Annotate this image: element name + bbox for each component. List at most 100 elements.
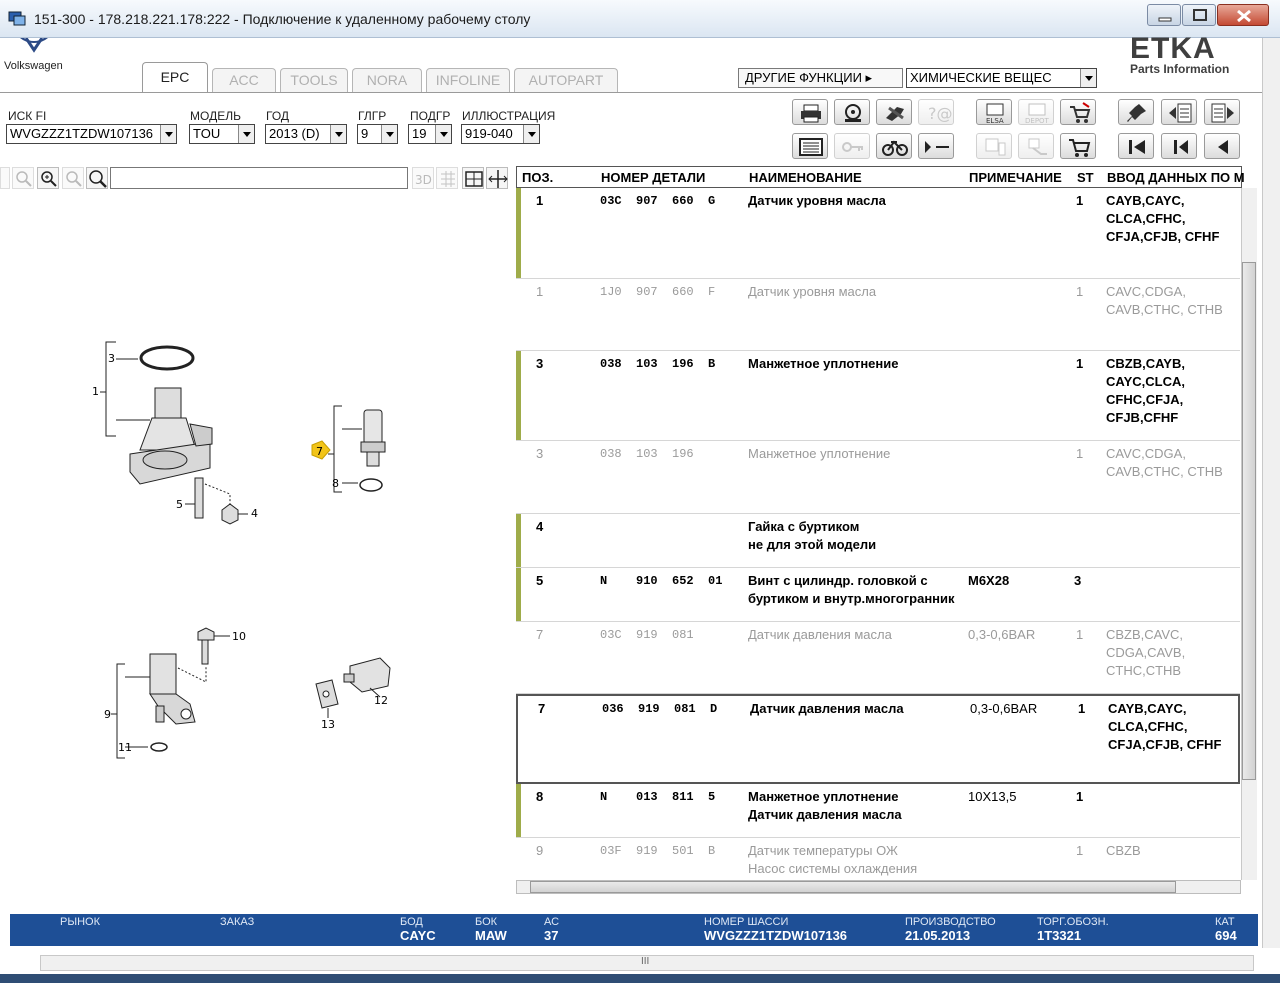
table-row[interactable]: 9 03F 919 501 B Датчик температуры ОЖ На…	[516, 838, 1240, 880]
table-row[interactable]: 1 03C 907 660 G Датчик уровня масла 1 CA…	[516, 188, 1240, 279]
tab-autopart[interactable]: AUTOPART	[514, 68, 618, 92]
service-button[interactable]	[876, 133, 912, 159]
table-row[interactable]: 8 N 013 811 5 Манжетное уплотнение Датчи…	[516, 784, 1240, 838]
parts-basket-button[interactable]	[876, 99, 912, 125]
cell-name: Манжетное уплотнение	[748, 356, 899, 371]
col-data[interactable]: ВВОД ДАННЫХ ПО М	[1107, 170, 1245, 185]
illustration-label: ИЛЛЮСТРАЦИЯ	[462, 109, 556, 123]
chevron-down-icon[interactable]	[523, 125, 539, 143]
col-st[interactable]: ST	[1077, 170, 1094, 185]
maximize-button[interactable]	[1182, 4, 1216, 26]
cat-label: КАТ	[1215, 916, 1235, 928]
tab-infoline[interactable]: INFOLINE	[426, 68, 510, 92]
chevron-down-icon[interactable]	[381, 125, 397, 143]
illus-label-12: 12	[374, 694, 388, 707]
cell-note: 0,3-0,6BAR	[968, 627, 1036, 642]
grid-icon	[441, 171, 455, 187]
search-input[interactable]	[110, 167, 408, 189]
illus-label-11: 11	[118, 741, 132, 754]
year-select[interactable]: 2013 (D)	[265, 124, 347, 144]
other-functions-button[interactable]: ДРУГИЕ ФУНКЦИИ ▸	[738, 68, 903, 88]
table-row[interactable]: 5 N 910 652 01 Винт с цилиндр. головкой …	[516, 568, 1240, 622]
cell-name: Винт с цилиндр. головкой с буртиком и вн…	[748, 573, 955, 606]
pin-icon	[1127, 104, 1146, 122]
prev-page-button[interactable]	[1161, 99, 1197, 125]
col-note[interactable]: ПРИМЕЧАНИЕ	[969, 170, 1062, 185]
col-pos[interactable]: ПОЗ.	[522, 170, 553, 185]
back-button[interactable]	[1204, 133, 1240, 159]
tab-acc[interactable]: ACC	[212, 68, 276, 92]
view-3d-label: 3D	[415, 173, 432, 187]
compare-button[interactable]	[976, 133, 1012, 159]
minimize-button[interactable]	[1147, 4, 1181, 26]
key-button[interactable]	[834, 133, 870, 159]
first-button[interactable]	[1118, 133, 1154, 159]
table-scroll-thumb[interactable]	[1242, 262, 1256, 780]
subgroup-select[interactable]: 19	[408, 124, 452, 144]
split-button[interactable]	[486, 167, 508, 189]
chevron-down-icon[interactable]	[238, 125, 254, 143]
email-button[interactable]: ?@	[918, 99, 954, 125]
cell-name: Датчик уровня масла	[748, 193, 886, 208]
remote-desktop-window: 151-300 - 178.218.221.178:222 - Подключе…	[0, 0, 1280, 983]
question-at-icon: ?@	[928, 104, 953, 123]
pin-button[interactable]	[1118, 99, 1154, 125]
table-row[interactable]: 3 038 103 196 Манжетное уплотнение 1 CAV…	[516, 441, 1240, 514]
col-name[interactable]: НАИМЕНОВАНИЕ	[749, 170, 862, 185]
cube-3d-icon: 3D	[415, 173, 432, 187]
table-row[interactable]: 1 1J0 907 660 F Датчик уровня масла 1 CA…	[516, 279, 1240, 351]
print-button[interactable]	[792, 99, 828, 125]
trade-value: 1T3321	[1037, 928, 1082, 943]
ac-value: 37	[544, 928, 559, 943]
mgroup-select[interactable]: 9	[357, 124, 398, 144]
cart-export-button[interactable]	[1060, 99, 1096, 125]
table-hscroll-thumb[interactable]	[530, 881, 1176, 893]
chevron-down-icon[interactable]	[435, 125, 451, 143]
jump-button[interactable]	[918, 133, 954, 159]
table-row-selected[interactable]: 7 036 919 081 D Датчик давления масла 0,…	[516, 694, 1240, 784]
chassis-value: WVGZZZ1TZDW107136	[704, 928, 848, 943]
chevron-down-icon[interactable]	[330, 125, 346, 143]
other-functions-select[interactable]: ХИМИЧЕСКИЕ ВЕЩЕС	[906, 68, 1097, 88]
search-button[interactable]	[86, 167, 108, 189]
zoom-out-button[interactable]	[12, 167, 34, 189]
cat-value: 694	[1215, 928, 1237, 943]
cell-note: 0,3-0,6BAR	[970, 701, 1038, 716]
grid-button[interactable]	[436, 167, 458, 189]
tab-tools[interactable]: TOOLS	[280, 68, 348, 92]
next-page-button[interactable]	[1204, 99, 1240, 125]
cart-button[interactable]	[1060, 133, 1096, 159]
stamp-button[interactable]	[1018, 133, 1054, 159]
scroll-grip: III	[641, 956, 650, 967]
elsa-button[interactable]: ELSA	[976, 99, 1012, 125]
tab-nora[interactable]: NORA	[352, 68, 422, 92]
tab-epc[interactable]: EPC	[142, 62, 208, 92]
zoom-fit-button[interactable]	[62, 167, 84, 189]
table-row[interactable]: 3 038 103 196 B Манжетное уплотнение 1 C…	[516, 351, 1240, 441]
window-vertical-scrollbar[interactable]	[1262, 38, 1280, 948]
layout-button[interactable]	[462, 167, 484, 189]
zoom-edge-button[interactable]	[0, 167, 10, 189]
bottom-horizontal-scrollbar[interactable]: III	[40, 955, 1254, 971]
vin-select[interactable]: WVGZZZ1TZDW107136	[6, 124, 177, 144]
close-button[interactable]	[1217, 4, 1269, 26]
prev-button[interactable]	[1161, 133, 1197, 159]
list-button[interactable]	[792, 133, 828, 159]
zoom-in-button[interactable]	[37, 167, 59, 189]
cell-partno: N 910 652 01	[600, 574, 723, 588]
illustration-select[interactable]: 919-040	[461, 124, 540, 144]
col-partno[interactable]: НОМЕР ДЕТАЛИ	[601, 170, 705, 185]
oil-pressure-sensor-drawing	[360, 409, 386, 467]
table-row[interactable]: 7 03C 919 081 Датчик давления масла 0,3-…	[516, 622, 1240, 694]
production-value: 21.05.2013	[905, 928, 971, 943]
row-marker	[516, 784, 521, 837]
chevron-down-icon[interactable]	[1080, 69, 1096, 87]
view-3d-button[interactable]: 3D	[412, 167, 434, 189]
model-select[interactable]: TOU	[189, 124, 255, 144]
cell-pos: 7	[536, 627, 544, 642]
table-row[interactable]: 4 Гайка с буртиком не для этой модели	[516, 514, 1240, 568]
illus-label-3: 3	[108, 352, 115, 365]
dealer-button[interactable]	[834, 99, 870, 125]
depot-button[interactable]: DEPOT	[1018, 99, 1054, 125]
chevron-down-icon[interactable]	[160, 125, 176, 143]
